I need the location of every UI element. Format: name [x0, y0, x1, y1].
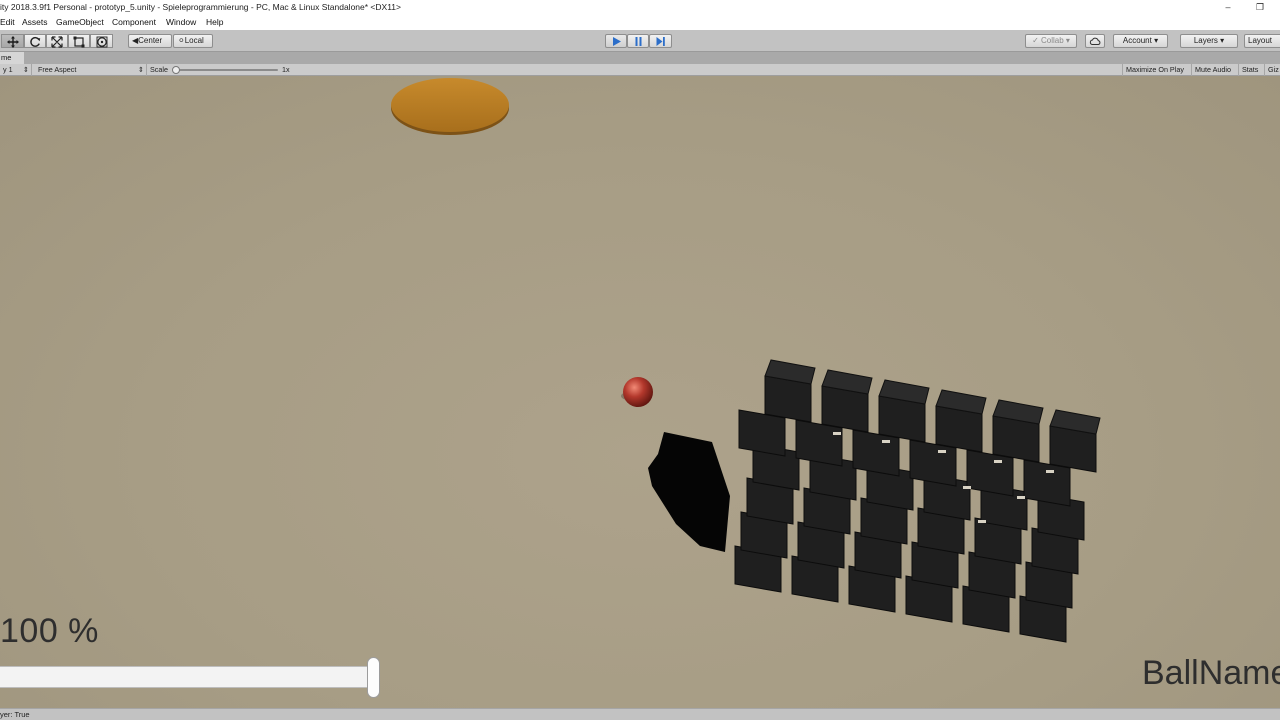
step-icon: [656, 37, 665, 46]
chevron-down-icon: ▾: [1065, 36, 1070, 45]
menu-component[interactable]: Component: [112, 17, 156, 27]
block-gap-highlight: [882, 440, 890, 443]
window-title: ity 2018.3.9f1 Personal - prototyp_5.uni…: [0, 2, 401, 12]
mute-audio-label: Mute Audio: [1195, 65, 1231, 74]
cloud-button[interactable]: [1085, 34, 1105, 48]
step-button[interactable]: [649, 34, 672, 48]
collab-dropdown[interactable]: ✓ Collab ▾: [1025, 34, 1077, 48]
menu-edit[interactable]: Edit: [0, 17, 15, 27]
pivot-local-label: Local: [184, 36, 204, 45]
move-tool-icon[interactable]: [1, 34, 24, 48]
collab-check-icon: ✓: [1032, 36, 1039, 45]
status-bar: yer: True: [0, 708, 1280, 720]
block-front: [795, 419, 843, 467]
block-gap-highlight: [1017, 496, 1025, 499]
menu-assets[interactable]: Assets: [22, 17, 48, 27]
block-gap-highlight: [1046, 470, 1054, 473]
account-dropdown[interactable]: Account ▾: [1113, 34, 1168, 48]
pivot-local-icon: ⚪: [178, 36, 185, 45]
unity-editor-window: ity 2018.3.9f1 Personal - prototyp_5.uni…: [0, 0, 1280, 720]
ball-name-label: BallName: [1142, 654, 1280, 692]
scale-label: Scale: [150, 65, 168, 74]
menu-help[interactable]: Help: [206, 17, 223, 27]
layers-dropdown[interactable]: Layers ▾: [1180, 34, 1238, 48]
block-gap-highlight: [994, 460, 1002, 463]
layers-label: Layers: [1193, 36, 1218, 45]
progress-slider-handle[interactable]: [367, 657, 380, 698]
maximize-on-play-toggle[interactable]: Maximize On Play: [1122, 64, 1187, 76]
menu-gameobject[interactable]: GameObject: [56, 17, 104, 27]
block-gap-highlight: [833, 432, 841, 435]
play-button[interactable]: [605, 34, 627, 48]
cloud-icon: [1089, 37, 1101, 45]
game-tab-bar: me: [0, 52, 1280, 64]
display-dropdown[interactable]: y 1 ⇕: [0, 64, 32, 76]
account-label: Account: [1122, 36, 1152, 45]
minimize-icon[interactable]: –: [1212, 0, 1244, 16]
game-scene: [391, 78, 1101, 643]
pivot-local-button[interactable]: ⚪Local: [173, 34, 213, 48]
aspect-dropdown[interactable]: Free Aspect ⇕: [35, 64, 147, 76]
maximize-on-play-label: Maximize On Play: [1126, 65, 1184, 74]
collab-label: Collab: [1041, 36, 1064, 45]
block-front: [909, 439, 957, 487]
title-bar: ity 2018.3.9f1 Personal - prototyp_5.uni…: [0, 0, 1280, 16]
gizmos-label: Giz: [1268, 65, 1279, 74]
rect-tool-icon[interactable]: [68, 34, 90, 48]
scale-value: 1x: [282, 65, 290, 74]
tab-game-label: me: [1, 53, 12, 62]
main-toolbar: ◀Center ⚪Local ✓ Collab ▾ Account ▾ Laye…: [0, 30, 1280, 52]
pivot-center-button[interactable]: ◀Center: [128, 34, 172, 48]
orange-disc: [391, 78, 509, 135]
block-wall: [734, 359, 1101, 643]
block-front: [738, 409, 786, 457]
aspect-label: Free Aspect: [38, 65, 77, 74]
wall-shadow: [648, 432, 730, 552]
gizmos-dropdown[interactable]: Giz: [1264, 64, 1280, 76]
mute-audio-toggle[interactable]: Mute Audio: [1191, 64, 1234, 76]
red-ball: [621, 377, 653, 407]
chevron-down-icon: ⇕: [137, 65, 144, 74]
block-gap-highlight: [978, 520, 986, 523]
chevron-down-icon: ▾: [1220, 36, 1225, 45]
menu-window[interactable]: Window: [166, 17, 196, 27]
scale-tool-icon[interactable]: [46, 34, 68, 48]
progress-slider-track[interactable]: [0, 666, 374, 688]
block-gap-highlight: [938, 450, 946, 453]
block-front: [966, 449, 1014, 497]
scale-slider-track[interactable]: [178, 69, 278, 71]
pivot-center-label: Center: [138, 36, 163, 45]
tab-game[interactable]: me: [0, 52, 24, 64]
restore-icon[interactable]: ❐: [1244, 0, 1276, 16]
layout-label: Layout: [1248, 36, 1273, 45]
pause-icon: [635, 37, 641, 46]
stats-toggle[interactable]: Stats: [1238, 64, 1261, 76]
play-icon: [612, 37, 621, 46]
progress-percent-text: 100 %: [0, 612, 99, 650]
layout-dropdown[interactable]: Layout: [1244, 34, 1280, 48]
display-label: y 1: [3, 65, 13, 74]
transform-tool-icon[interactable]: [90, 34, 113, 48]
chevron-down-icon: ▾: [1154, 36, 1159, 45]
block-gap-highlight: [963, 486, 971, 489]
stats-label: Stats: [1242, 65, 1259, 74]
scale-slider-handle[interactable]: [172, 66, 180, 74]
block-front: [1023, 459, 1071, 507]
menu-bar: Edit Assets GameObject Component Window …: [0, 16, 1280, 30]
block-front: [852, 429, 900, 477]
chevron-down-icon: ⇕: [22, 65, 29, 74]
pause-button[interactable]: [627, 34, 649, 48]
game-view[interactable]: 100 % BallName: [0, 76, 1280, 708]
status-text: yer: True: [0, 710, 30, 719]
rotate-tool-icon[interactable]: [24, 34, 46, 48]
game-view-toolbar: y 1 ⇕ Free Aspect ⇕ Scale 1x Maximize On…: [0, 64, 1280, 76]
